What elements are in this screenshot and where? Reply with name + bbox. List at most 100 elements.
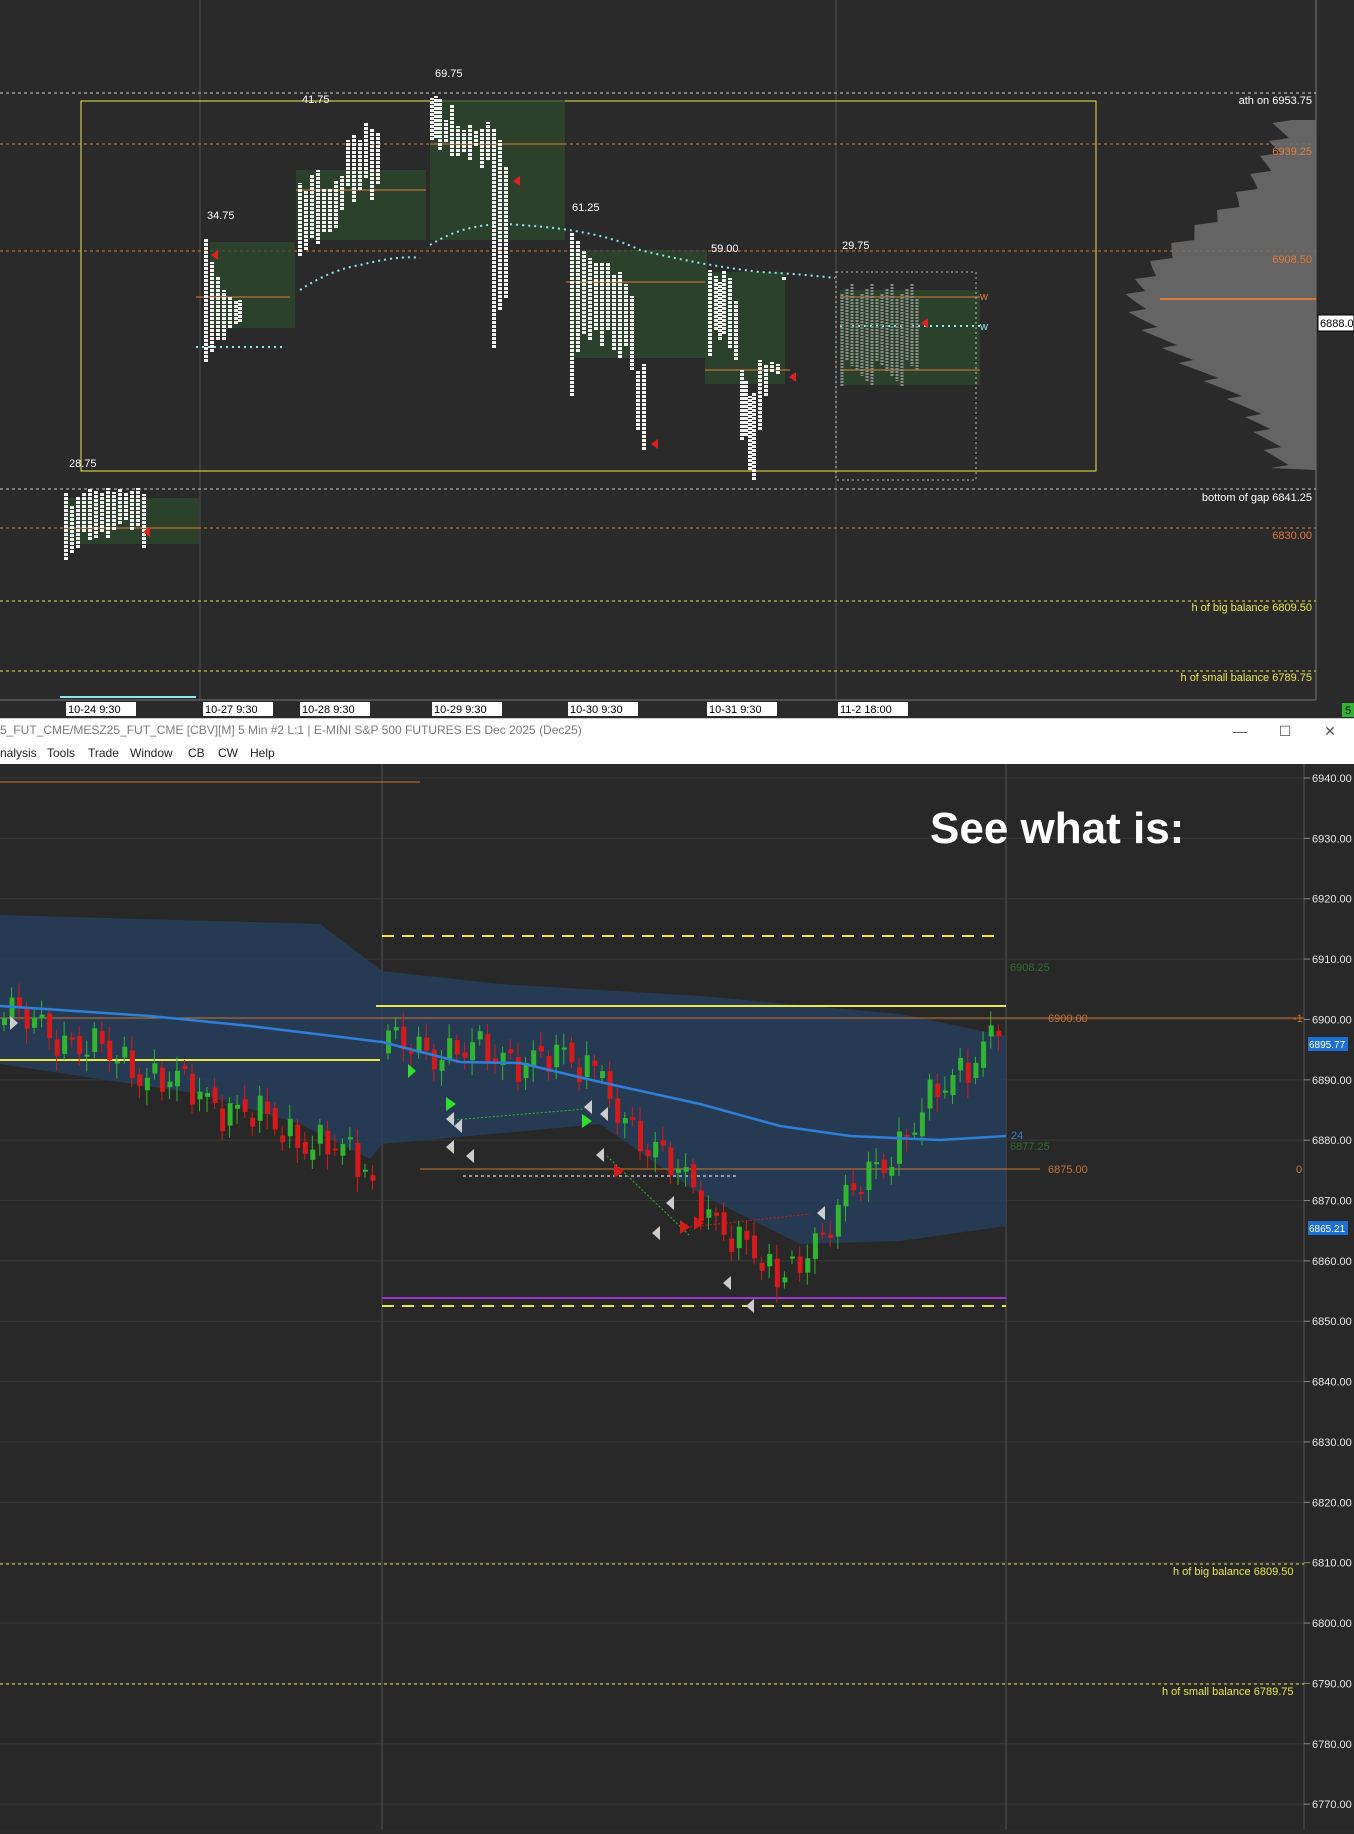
candle-body: [69, 1037, 75, 1040]
candle-body: [874, 1162, 880, 1165]
market-profile-chart[interactable]: 69.75 41.75 34.75 61.25 59.00 29.75 28.7…: [0, 0, 1354, 718]
price-tick-label: 6840.00: [1312, 1377, 1352, 1389]
price-tick-label: 6880.00: [1312, 1135, 1352, 1147]
candle-body: [325, 1130, 331, 1155]
candlestick-chart[interactable]: See what is: 6900.00 6875.00 6908.25 687…: [0, 764, 1354, 1829]
price-tick-label: 6910.00: [1312, 954, 1352, 966]
candle-body: [714, 1212, 719, 1216]
candle-body: [676, 1169, 681, 1173]
range-label: 28.75: [69, 458, 97, 470]
small-balance-label: h of small balance 6789.75: [1162, 1686, 1294, 1698]
candle-body: [122, 1046, 128, 1058]
close-button[interactable]: ✕: [1310, 719, 1350, 743]
price-tick-label: 6860.00: [1312, 1256, 1352, 1268]
menu-trade[interactable]: Trade: [88, 746, 119, 760]
candle-body: [227, 1103, 233, 1126]
candle-body: [137, 1074, 143, 1087]
menu-analysis[interactable]: nalysis: [0, 746, 37, 760]
menu-tools[interactable]: Tools: [47, 746, 75, 760]
level-label: bottom of gap 6841.25: [1202, 492, 1312, 504]
candle-body: [897, 1131, 902, 1164]
price-axis: 6940.00 6930.00 6920.00 6910.00 6900.00 6890.…: [1304, 773, 1352, 1811]
candle-body: [362, 1169, 368, 1172]
candle-body: [645, 1149, 651, 1156]
candle-body: [721, 1212, 727, 1235]
candle-body: [302, 1141, 308, 1154]
candle-body: [584, 1055, 590, 1077]
range-label: 34.75: [207, 210, 235, 222]
menu-window[interactable]: Window: [130, 746, 173, 760]
candle-body: [477, 1031, 483, 1040]
side-mark: 0: [1296, 1164, 1302, 1176]
candle-body: [805, 1258, 811, 1273]
value-area: [572, 250, 707, 358]
maximize-button[interactable]: ☐: [1265, 719, 1305, 743]
range-label: 59.00: [711, 243, 739, 255]
candle-body: [889, 1166, 895, 1176]
candle-body: [2, 1017, 7, 1026]
menu-cb[interactable]: CB: [188, 746, 205, 760]
candle-body: [310, 1149, 316, 1160]
candle-body: [996, 1030, 1002, 1037]
market-profile-svg[interactable]: 69.75 41.75 34.75 61.25 59.00 29.75 28.7…: [0, 0, 1354, 718]
candle-body: [919, 1112, 925, 1137]
candle-body: [858, 1192, 864, 1195]
big-balance-label: h of big balance 6809.50: [1173, 1566, 1294, 1578]
volume-profile: [1125, 120, 1316, 470]
price-tick-label: 6850.00: [1312, 1316, 1352, 1328]
candle-body: [698, 1190, 704, 1221]
candle-body: [851, 1183, 857, 1191]
candle-body: [835, 1204, 841, 1237]
candle-body: [92, 1028, 98, 1053]
candle-body: [820, 1232, 826, 1235]
date-label: 10-29 9:30: [434, 704, 487, 716]
vwap-count: 24: [1011, 1130, 1023, 1142]
range-label: 61.25: [572, 202, 600, 214]
candle-body: [47, 1013, 53, 1038]
date-label: 10-30 9:30: [570, 704, 623, 716]
candle-body: [24, 1008, 30, 1029]
candle-body: [706, 1209, 712, 1218]
candle-body: [129, 1050, 135, 1079]
volume-profile-shape: [1125, 120, 1316, 470]
candle-body: [107, 1040, 113, 1061]
candle-body: [250, 1117, 256, 1127]
candle-body: [439, 1060, 445, 1071]
candle-body: [866, 1161, 872, 1191]
candle-body: [332, 1148, 338, 1151]
candle-body: [470, 1042, 476, 1061]
side-mark: -1: [1293, 1013, 1303, 1025]
candle-body: [622, 1118, 628, 1124]
overlay-caption: See what is:: [930, 804, 1184, 853]
menu-help[interactable]: Help: [250, 746, 275, 760]
candle-body: [317, 1124, 323, 1144]
w-label: w: [979, 321, 988, 333]
price-tick-label: 6830.00: [1312, 1437, 1352, 1449]
candlestick-svg[interactable]: See what is: 6900.00 6875.00 6908.25 687…: [0, 764, 1354, 1829]
corner-badge-text: 5: [1345, 705, 1351, 717]
candle-body: [99, 1031, 105, 1044]
candle-body: [295, 1124, 301, 1148]
candle-body: [828, 1234, 834, 1238]
date-label: 10-28 9:30: [302, 704, 355, 716]
candle-body: [630, 1117, 636, 1121]
date-label: 10-27 9:30: [205, 704, 258, 716]
price-tick-label: 6900.00: [1312, 1014, 1352, 1026]
level-label: h of big balance 6809.50: [1192, 602, 1313, 614]
minimize-button[interactable]: —: [1220, 719, 1260, 743]
menu-cw[interactable]: CW: [218, 746, 238, 760]
candle-body: [257, 1095, 263, 1121]
candle-body: [729, 1238, 735, 1252]
candle-body: [752, 1235, 757, 1259]
price-tick-label: 6790.00: [1312, 1678, 1352, 1690]
candle-body: [759, 1262, 765, 1271]
date-label: 11-2 18:00: [840, 704, 892, 716]
range-label: 69.75: [435, 68, 463, 80]
candle-body: [942, 1090, 948, 1093]
candle-body: [424, 1037, 430, 1051]
candle-body: [736, 1226, 742, 1249]
window-titlebar[interactable]: 5_FUT_CME/MESZ25_FUT_CME [CBV][M] 5 Min …: [0, 718, 1354, 743]
price-tick-label: 6820.00: [1312, 1497, 1352, 1509]
candle-body: [592, 1060, 598, 1066]
candle-body: [744, 1230, 750, 1240]
